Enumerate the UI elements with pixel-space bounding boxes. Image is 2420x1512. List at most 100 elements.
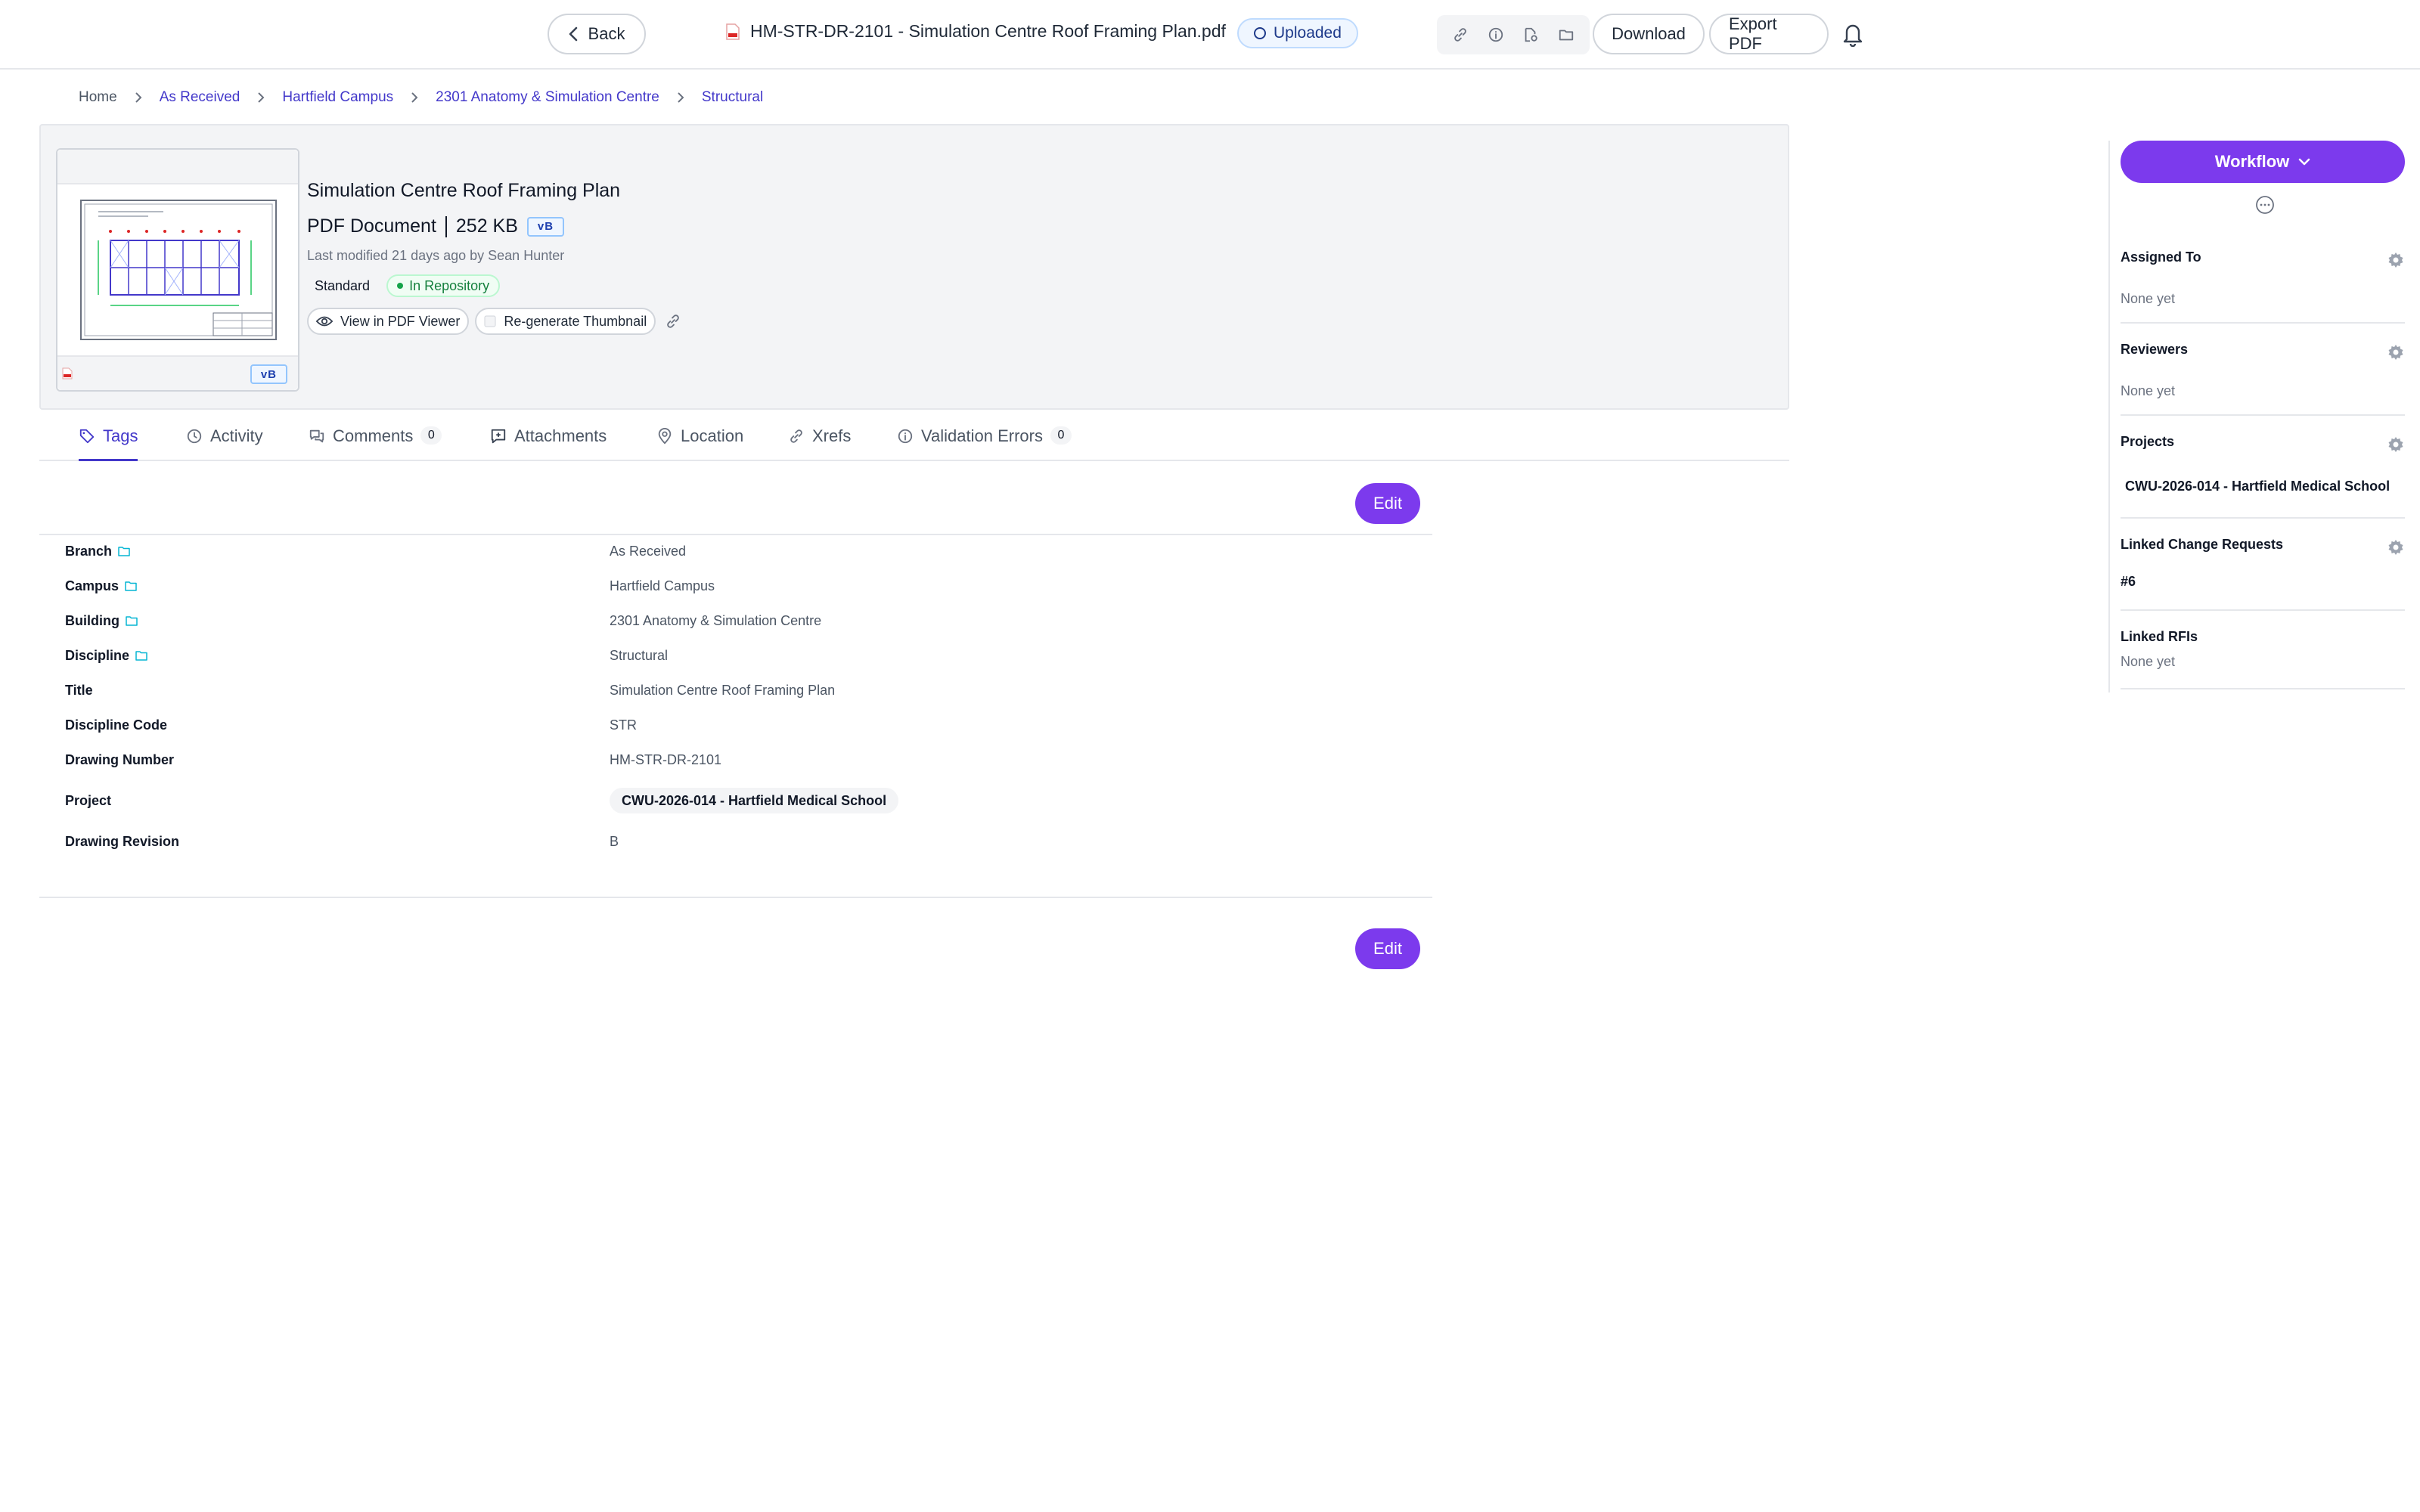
gear-icon[interactable] xyxy=(2387,538,2405,556)
standard-tag: Standard xyxy=(307,274,378,297)
field-row-project: Project CWU-2026-014 - Hartfield Medical… xyxy=(65,780,1411,821)
workflow-label: Workflow xyxy=(2214,152,2290,171)
tab-location[interactable]: Location xyxy=(656,426,743,461)
field-key: Discipline xyxy=(65,648,610,664)
regenerate-thumbnail-button[interactable]: Re-generate Thumbnail xyxy=(475,308,656,335)
field-key: Branch xyxy=(65,544,610,559)
tab-attachments[interactable]: Attachments xyxy=(490,426,607,461)
tab-comments-label: Comments xyxy=(333,426,414,445)
file-thumbnail[interactable]: vB xyxy=(56,148,299,392)
breadcrumb-home[interactable]: Home xyxy=(79,89,117,106)
gear-icon[interactable] xyxy=(2387,251,2405,269)
tag-icon xyxy=(79,429,95,444)
thumbnail-footer: vB xyxy=(57,355,298,390)
field-value: 2301 Anatomy & Simulation Centre xyxy=(610,612,822,628)
chevron-right-icon xyxy=(411,92,418,103)
view-in-pdf-viewer-button[interactable]: View in PDF Viewer xyxy=(307,308,470,335)
field-row-building: Building 2301 Anatomy & Simulation Centr… xyxy=(65,603,1411,638)
tab-activity[interactable]: Activity xyxy=(186,426,263,461)
field-value: STR xyxy=(610,717,637,733)
divider xyxy=(39,897,1432,898)
field-value: HM-STR-DR-2101 xyxy=(610,751,722,767)
status-dot-icon xyxy=(397,283,404,289)
workflow-dropdown-button[interactable]: Workflow xyxy=(2121,141,2405,183)
tab-validation-errors-label: Validation Errors xyxy=(921,426,1043,445)
field-row-drawing-number: Drawing Number HM-STR-DR-2101 xyxy=(65,742,1411,777)
edit-button-top[interactable]: Edit xyxy=(1355,483,1420,524)
view-in-pdf-viewer-label: View in PDF Viewer xyxy=(340,313,461,329)
folder-icon xyxy=(126,616,138,626)
top-bar: Back HM-STR-DR-2101 - Simulation Centre … xyxy=(0,0,2420,70)
gear-icon[interactable] xyxy=(2387,435,2405,454)
tab-location-label: Location xyxy=(681,426,744,445)
project-chip[interactable]: CWU-2026-014 - Hartfield Medical School xyxy=(610,788,899,813)
linked-rfis-section: Linked RFIs None yet xyxy=(2121,621,2405,689)
version-badge: vB xyxy=(526,216,565,237)
tab-tags[interactable]: Tags xyxy=(79,426,138,461)
field-row-title: Title Simulation Centre Roof Framing Pla… xyxy=(65,673,1411,708)
projects-value[interactable]: CWU-2026-014 - Hartfield Medical School xyxy=(2125,479,2405,494)
link-icon xyxy=(790,429,802,443)
field-row-discipline: Discipline Structural xyxy=(65,638,1411,673)
copy-link-icon[interactable] xyxy=(665,313,681,330)
regenerate-thumbnail-label: Re-generate Thumbnail xyxy=(504,313,647,329)
copy-link-icon[interactable] xyxy=(1450,25,1470,45)
gear-icon[interactable] xyxy=(2387,343,2405,361)
field-key: Campus xyxy=(65,578,610,594)
info-icon xyxy=(898,429,913,444)
tab-validation-errors[interactable]: Validation Errors 0 xyxy=(897,426,1072,461)
status-ring-icon xyxy=(1254,27,1266,39)
validation-errors-count-badge: 0 xyxy=(1050,426,1072,445)
attachment-icon xyxy=(491,429,506,444)
info-icon[interactable] xyxy=(1486,25,1506,45)
tab-xrefs[interactable]: Xrefs xyxy=(788,426,851,461)
edit-label: Edit xyxy=(1373,494,1402,513)
field-key-label: Campus xyxy=(65,578,119,593)
eye-icon xyxy=(316,316,333,327)
tab-activity-label: Activity xyxy=(210,426,263,445)
chevron-right-icon xyxy=(135,92,142,103)
file-name: HM-STR-DR-2101 - Simulation Centre Roof … xyxy=(750,21,1226,41)
field-value: As Received xyxy=(610,543,687,559)
pdf-file-icon xyxy=(62,367,73,380)
separator xyxy=(445,215,447,237)
download-button[interactable]: Download xyxy=(1593,14,1705,54)
folder-icon[interactable] xyxy=(1556,25,1576,45)
tab-comments[interactable]: Comments 0 xyxy=(309,426,442,461)
field-key: Discipline Code xyxy=(65,717,168,733)
tab-attachments-label: Attachments xyxy=(514,426,607,445)
comments-count-badge: 0 xyxy=(420,426,442,445)
file-title: Simulation Centre Roof Framing Plan xyxy=(307,180,621,201)
breadcrumb-discipline[interactable]: Structural xyxy=(702,89,763,106)
breadcrumb-branch[interactable]: As Received xyxy=(160,89,240,106)
notifications-bell-icon[interactable] xyxy=(1841,21,1865,47)
breadcrumb-building[interactable]: 2301 Anatomy & Simulation Centre xyxy=(436,89,659,106)
linked-change-requests-value[interactable]: #6 xyxy=(2121,574,2405,590)
tab-tags-label: Tags xyxy=(103,426,138,445)
chevron-right-icon xyxy=(678,92,684,103)
file-actions: View in PDF Viewer Re-generate Thumbnail xyxy=(307,308,681,335)
edit-button-bottom[interactable]: Edit xyxy=(1355,928,1420,969)
folder-icon xyxy=(135,651,147,661)
assigned-to-value: None yet xyxy=(2121,291,2176,306)
edit-label: Edit xyxy=(1373,939,1402,958)
field-key: Project xyxy=(65,792,112,808)
download-label: Download xyxy=(1612,24,1686,43)
field-key: Drawing Revision xyxy=(65,833,180,849)
field-key: Drawing Number xyxy=(65,751,175,767)
field-key-label: Discipline xyxy=(65,647,130,663)
file-info: Simulation Centre Roof Framing Plan PDF … xyxy=(307,180,681,335)
file-settings-icon[interactable] xyxy=(1521,25,1540,45)
reviewers-section: Reviewers None yet xyxy=(2121,334,2405,416)
breadcrumb-campus[interactable]: Hartfield Campus xyxy=(282,89,393,106)
drawing-preview-image xyxy=(80,200,277,340)
toolbar-icon-group xyxy=(1437,15,1590,54)
field-value: Structural xyxy=(610,647,669,663)
back-button[interactable]: Back xyxy=(548,14,646,54)
version-badge: vB xyxy=(250,364,287,384)
tab-bar: Tags Activity Comments 0 Attachments Loc… xyxy=(39,417,1789,461)
export-pdf-button[interactable]: Export PDF xyxy=(1709,14,1829,54)
chevron-down-icon xyxy=(2299,158,2310,166)
more-options-icon[interactable] xyxy=(2255,195,2275,215)
chevron-left-icon xyxy=(569,26,577,42)
